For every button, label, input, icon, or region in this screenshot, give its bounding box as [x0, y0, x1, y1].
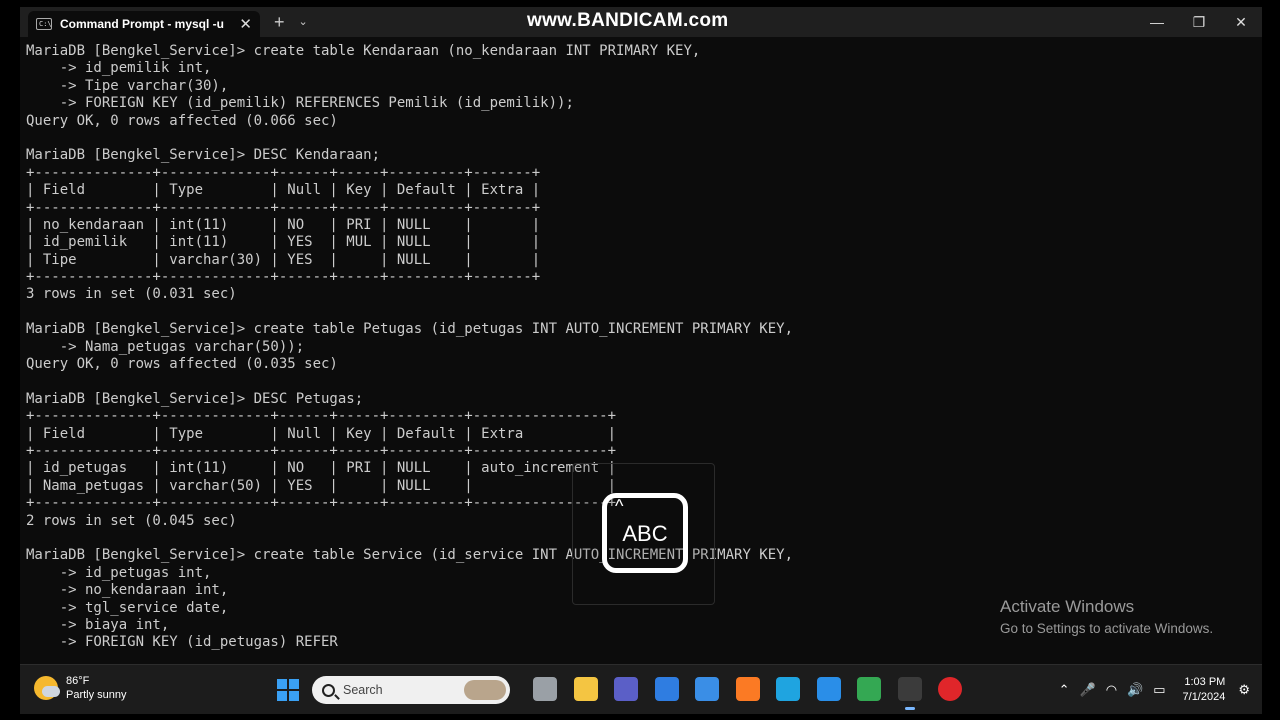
partly-sunny-icon — [34, 676, 60, 700]
activate-subtitle: Go to Settings to activate Windows. — [1000, 621, 1214, 636]
volume-icon[interactable]: 🔊 — [1127, 682, 1143, 698]
cmd-icon: C:\ — [36, 18, 52, 30]
activate-title: Activate Windows — [1000, 597, 1135, 616]
taskbar-search[interactable]: Search — [312, 676, 510, 704]
console-line: +--------------+-------------+------+---… — [26, 408, 617, 425]
console-line: | id_pemilik | int(11) | YES | MUL | NUL… — [26, 234, 541, 251]
caps-caret-icon: ^ — [615, 496, 624, 516]
terminal-app-icon[interactable] — [897, 677, 922, 710]
microphone-icon[interactable]: 🎤 — [1080, 682, 1096, 698]
task-view-app-icon[interactable] — [533, 677, 557, 701]
chrome-app-icon[interactable] — [857, 677, 881, 701]
battery-icon[interactable]: ▭ — [1153, 682, 1165, 698]
console-line: MariaDB [Bengkel_Service]> create table … — [26, 321, 794, 338]
tab-title: Command Prompt - mysql -u — [60, 17, 225, 31]
vscode-app-icon[interactable] — [816, 677, 841, 701]
close-tab-icon[interactable]: ✕ — [239, 17, 252, 32]
console-line: MariaDB [Bengkel_Service]> create table … — [26, 43, 701, 59]
console-line: | no_kendaraan | int(11) | NO | PRI | NU… — [26, 216, 541, 233]
console-line: MariaDB [Bengkel_Service]> DESC Petugas; — [26, 390, 364, 407]
close-button[interactable]: ✕ — [1220, 7, 1262, 37]
windows-logo-icon — [277, 679, 287, 689]
title-bar: C:\ Command Prompt - mysql -u ✕ + ⌄ www.… — [20, 7, 1262, 37]
show-hidden-icons-chevron-icon[interactable]: ⌃ — [1059, 682, 1070, 698]
taskbar: 86°F Partly sunny Search ⌃ 🎤 ◠ 🔊 ▭ 1:03 … — [20, 664, 1262, 714]
console-line: | Field | Type | Null | Key | Default | … — [26, 182, 541, 199]
console-line: +--------------+-------------+------+---… — [26, 269, 541, 286]
console-line: MariaDB [Bengkel_Service]> DESC Kendaraa… — [26, 147, 381, 164]
mail-app-icon[interactable] — [654, 677, 679, 701]
ime-label: ABC — [622, 521, 668, 546]
teams-app-icon[interactable] — [614, 677, 638, 701]
console-line: | Tipe | varchar(30) | YES | | NULL | | — [26, 251, 541, 268]
store-app-icon[interactable] — [695, 677, 719, 701]
keyboard-icon: ^ ABC — [602, 493, 688, 573]
tab-command-prompt[interactable]: C:\ Command Prompt - mysql -u ✕ — [28, 11, 260, 37]
weather-widget[interactable]: 86°F Partly sunny — [34, 674, 127, 702]
console-line: -> FOREIGN KEY (id_pemilik) REFERENCES P… — [26, 95, 574, 112]
console-line: -> Nama_petugas varchar(50)); — [26, 338, 305, 355]
console-line: 3 rows in set (0.031 sec) — [26, 286, 237, 303]
bandicam-app-icon[interactable] — [938, 677, 962, 701]
minimize-button[interactable]: — — [1136, 7, 1178, 37]
console-line: Query OK, 0 rows affected (0.035 sec) — [26, 356, 338, 373]
new-tab-button[interactable]: + — [274, 13, 285, 31]
clock-time: 1:03 PM — [1184, 676, 1226, 688]
xampp-app-icon[interactable] — [735, 677, 760, 701]
file-explorer-app-icon[interactable] — [573, 677, 598, 701]
ime-indicator: ^ ABC — [572, 463, 715, 605]
start-button[interactable] — [277, 679, 299, 701]
console-line: -> FOREIGN KEY (id_petugas) REFER — [26, 634, 338, 651]
console-line: Query OK, 0 rows affected (0.066 sec) — [26, 112, 338, 129]
clock-date: 7/1/2024 — [1182, 691, 1226, 703]
search-highlight-image — [464, 680, 506, 700]
console-line: | Field | Type | Null | Key | Default | … — [26, 425, 617, 442]
console-line: -> id_pemilik int, — [26, 60, 212, 77]
system-tray: ⌃ 🎤 ◠ 🔊 ▭ 1:03 PM 7/1/2024 ⚙ — [1054, 665, 1262, 715]
tab-dropdown-button[interactable]: ⌄ — [299, 16, 308, 28]
console-line: -> Tipe varchar(30), — [26, 77, 229, 94]
clock[interactable]: 1:03 PM 7/1/2024 — [1183, 675, 1226, 705]
search-icon — [322, 683, 335, 697]
console-line: +--------------+-------------+------+---… — [26, 442, 617, 459]
console-line: +--------------+-------------+------+---… — [26, 199, 541, 216]
weather-temp: 86°F — [66, 675, 90, 687]
wifi-icon[interactable]: ◠ — [1106, 682, 1117, 698]
maximize-button[interactable]: ❐ — [1178, 7, 1220, 37]
notification-icon[interactable]: ⚙ — [1238, 682, 1250, 698]
edge-app-icon[interactable] — [776, 677, 800, 701]
activate-windows-watermark: Activate Windows Go to Settings to activ… — [1000, 597, 1213, 636]
weather-condition: Partly sunny — [66, 689, 127, 701]
search-placeholder: Search — [343, 683, 383, 697]
console-line: +--------------+-------------+------+---… — [26, 164, 541, 181]
bandicam-watermark: www.BANDICAM.com — [527, 10, 729, 31]
